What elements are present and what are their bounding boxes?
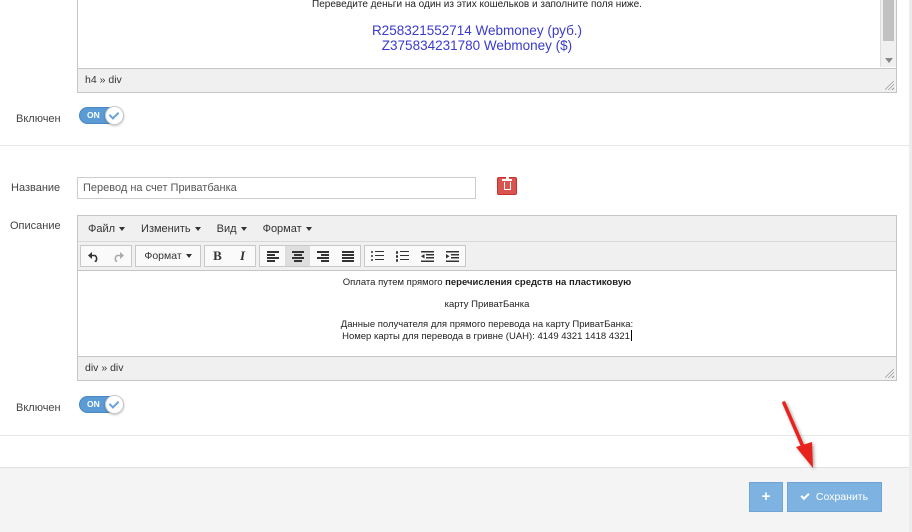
caret-down-icon: [119, 226, 126, 231]
caret-down-icon: [305, 226, 312, 231]
format-group: Формат: [135, 245, 201, 267]
align-center-icon: [291, 251, 304, 262]
undo-button[interactable]: [81, 246, 106, 266]
check-icon: [105, 106, 124, 125]
element-path[interactable]: div » div: [85, 362, 124, 374]
instruction-text: Переведите деньги на один из этих кошель…: [312, 0, 642, 10]
italic-icon: I: [239, 248, 246, 263]
divider: [0, 145, 912, 146]
save-button[interactable]: Сохранить: [787, 482, 882, 512]
content-line-4: Номер карты для перевода в гривне (UAH):…: [342, 330, 632, 342]
redo-button[interactable]: [106, 246, 131, 266]
editor-content-area[interactable]: Переведите деньги на один из этих кошель…: [78, 0, 896, 67]
resize-handle-icon[interactable]: [885, 81, 894, 90]
wallet-rub: R258321552714 Webmoney (руб.): [371, 23, 583, 38]
enabled-toggle[interactable]: ON: [79, 395, 124, 414]
enabled-label: Включен: [16, 402, 61, 414]
menu-file[interactable]: Файл: [80, 223, 133, 235]
indent-icon: [446, 250, 459, 262]
name-input[interactable]: [77, 177, 476, 199]
scrollbar-thumb[interactable]: [883, 0, 894, 41]
editor-statusbar: div » div: [78, 356, 896, 380]
check-icon: [105, 395, 124, 414]
align-left-button[interactable]: [260, 246, 285, 266]
add-button[interactable]: +: [749, 482, 783, 512]
delete-button[interactable]: [497, 177, 517, 195]
caret-down-icon: [194, 226, 201, 231]
payment-methods-page: Переведите деньги на один из этих кошель…: [0, 0, 912, 532]
align-right-icon: [316, 251, 329, 262]
bullet-list-icon: [371, 250, 384, 262]
wallet-usd: Z375834231780 Webmoney ($): [381, 38, 573, 53]
editor-toolbar: Формат B I: [78, 242, 896, 271]
checkmark-icon: [800, 490, 810, 501]
red-arrow-icon: [782, 401, 813, 468]
bold-italic-group: B I: [204, 245, 256, 267]
bold-button[interactable]: B: [205, 246, 230, 266]
redo-icon: [114, 251, 124, 262]
bold-icon: B: [213, 248, 222, 263]
editor-content-area[interactable]: Оплата путем прямого перечисления средст…: [78, 271, 896, 350]
italic-button[interactable]: I: [230, 246, 255, 266]
element-path[interactable]: h4 » div: [85, 74, 122, 86]
description-editor[interactable]: Файл Изменить Вид Формат Формат B I Опла…: [77, 215, 897, 381]
enabled-toggle[interactable]: ON: [79, 106, 124, 125]
undo-redo-group: [80, 245, 132, 267]
caret-down-icon: [185, 254, 192, 258]
content-line-1: Оплата путем прямого перечисления средст…: [342, 277, 632, 288]
content-line-3: Данные получателя для прямого перевода н…: [340, 319, 634, 330]
align-justify-button[interactable]: [335, 246, 360, 266]
bullet-list-button[interactable]: [365, 246, 390, 266]
plus-icon: +: [761, 488, 771, 505]
outdent-icon: [421, 250, 434, 262]
list-group: [364, 245, 466, 267]
editor-scrollbar[interactable]: [880, 0, 896, 67]
undo-icon: [88, 251, 98, 262]
content-line-2: карту ПриватБанка: [444, 299, 530, 310]
menu-view[interactable]: Вид: [209, 223, 255, 235]
save-label: Сохранить: [815, 491, 869, 503]
description-label: Описание: [10, 220, 61, 232]
toggle-state: ON: [87, 399, 100, 409]
editor-menubar: Файл Изменить Вид Формат: [78, 216, 896, 242]
alignment-group: [259, 245, 361, 267]
name-label: Название: [11, 182, 61, 194]
menu-format[interactable]: Формат: [255, 223, 320, 235]
align-left-icon: [266, 251, 279, 262]
menu-edit[interactable]: Изменить: [133, 223, 209, 235]
wallet-description-editor[interactable]: Переведите деньги на один из этих кошель…: [77, 0, 897, 93]
align-center-button[interactable]: [285, 246, 310, 266]
numbered-list-button[interactable]: [390, 246, 415, 266]
caret-down-icon: [240, 226, 247, 231]
resize-handle-icon[interactable]: [885, 369, 894, 378]
enabled-label: Включен: [16, 113, 61, 125]
toggle-state: ON: [87, 110, 100, 120]
trash-icon: [502, 177, 512, 190]
scroll-down-arrow-icon[interactable]: [885, 58, 893, 63]
indent-button[interactable]: [440, 246, 465, 266]
format-dropdown[interactable]: Формат: [136, 246, 200, 266]
numbered-list-icon: [396, 250, 409, 262]
align-justify-icon: [341, 251, 354, 262]
text-cursor: [630, 330, 632, 341]
editor-statusbar: h4 » div: [78, 68, 896, 92]
align-right-button[interactable]: [310, 246, 335, 266]
outdent-button[interactable]: [415, 246, 440, 266]
